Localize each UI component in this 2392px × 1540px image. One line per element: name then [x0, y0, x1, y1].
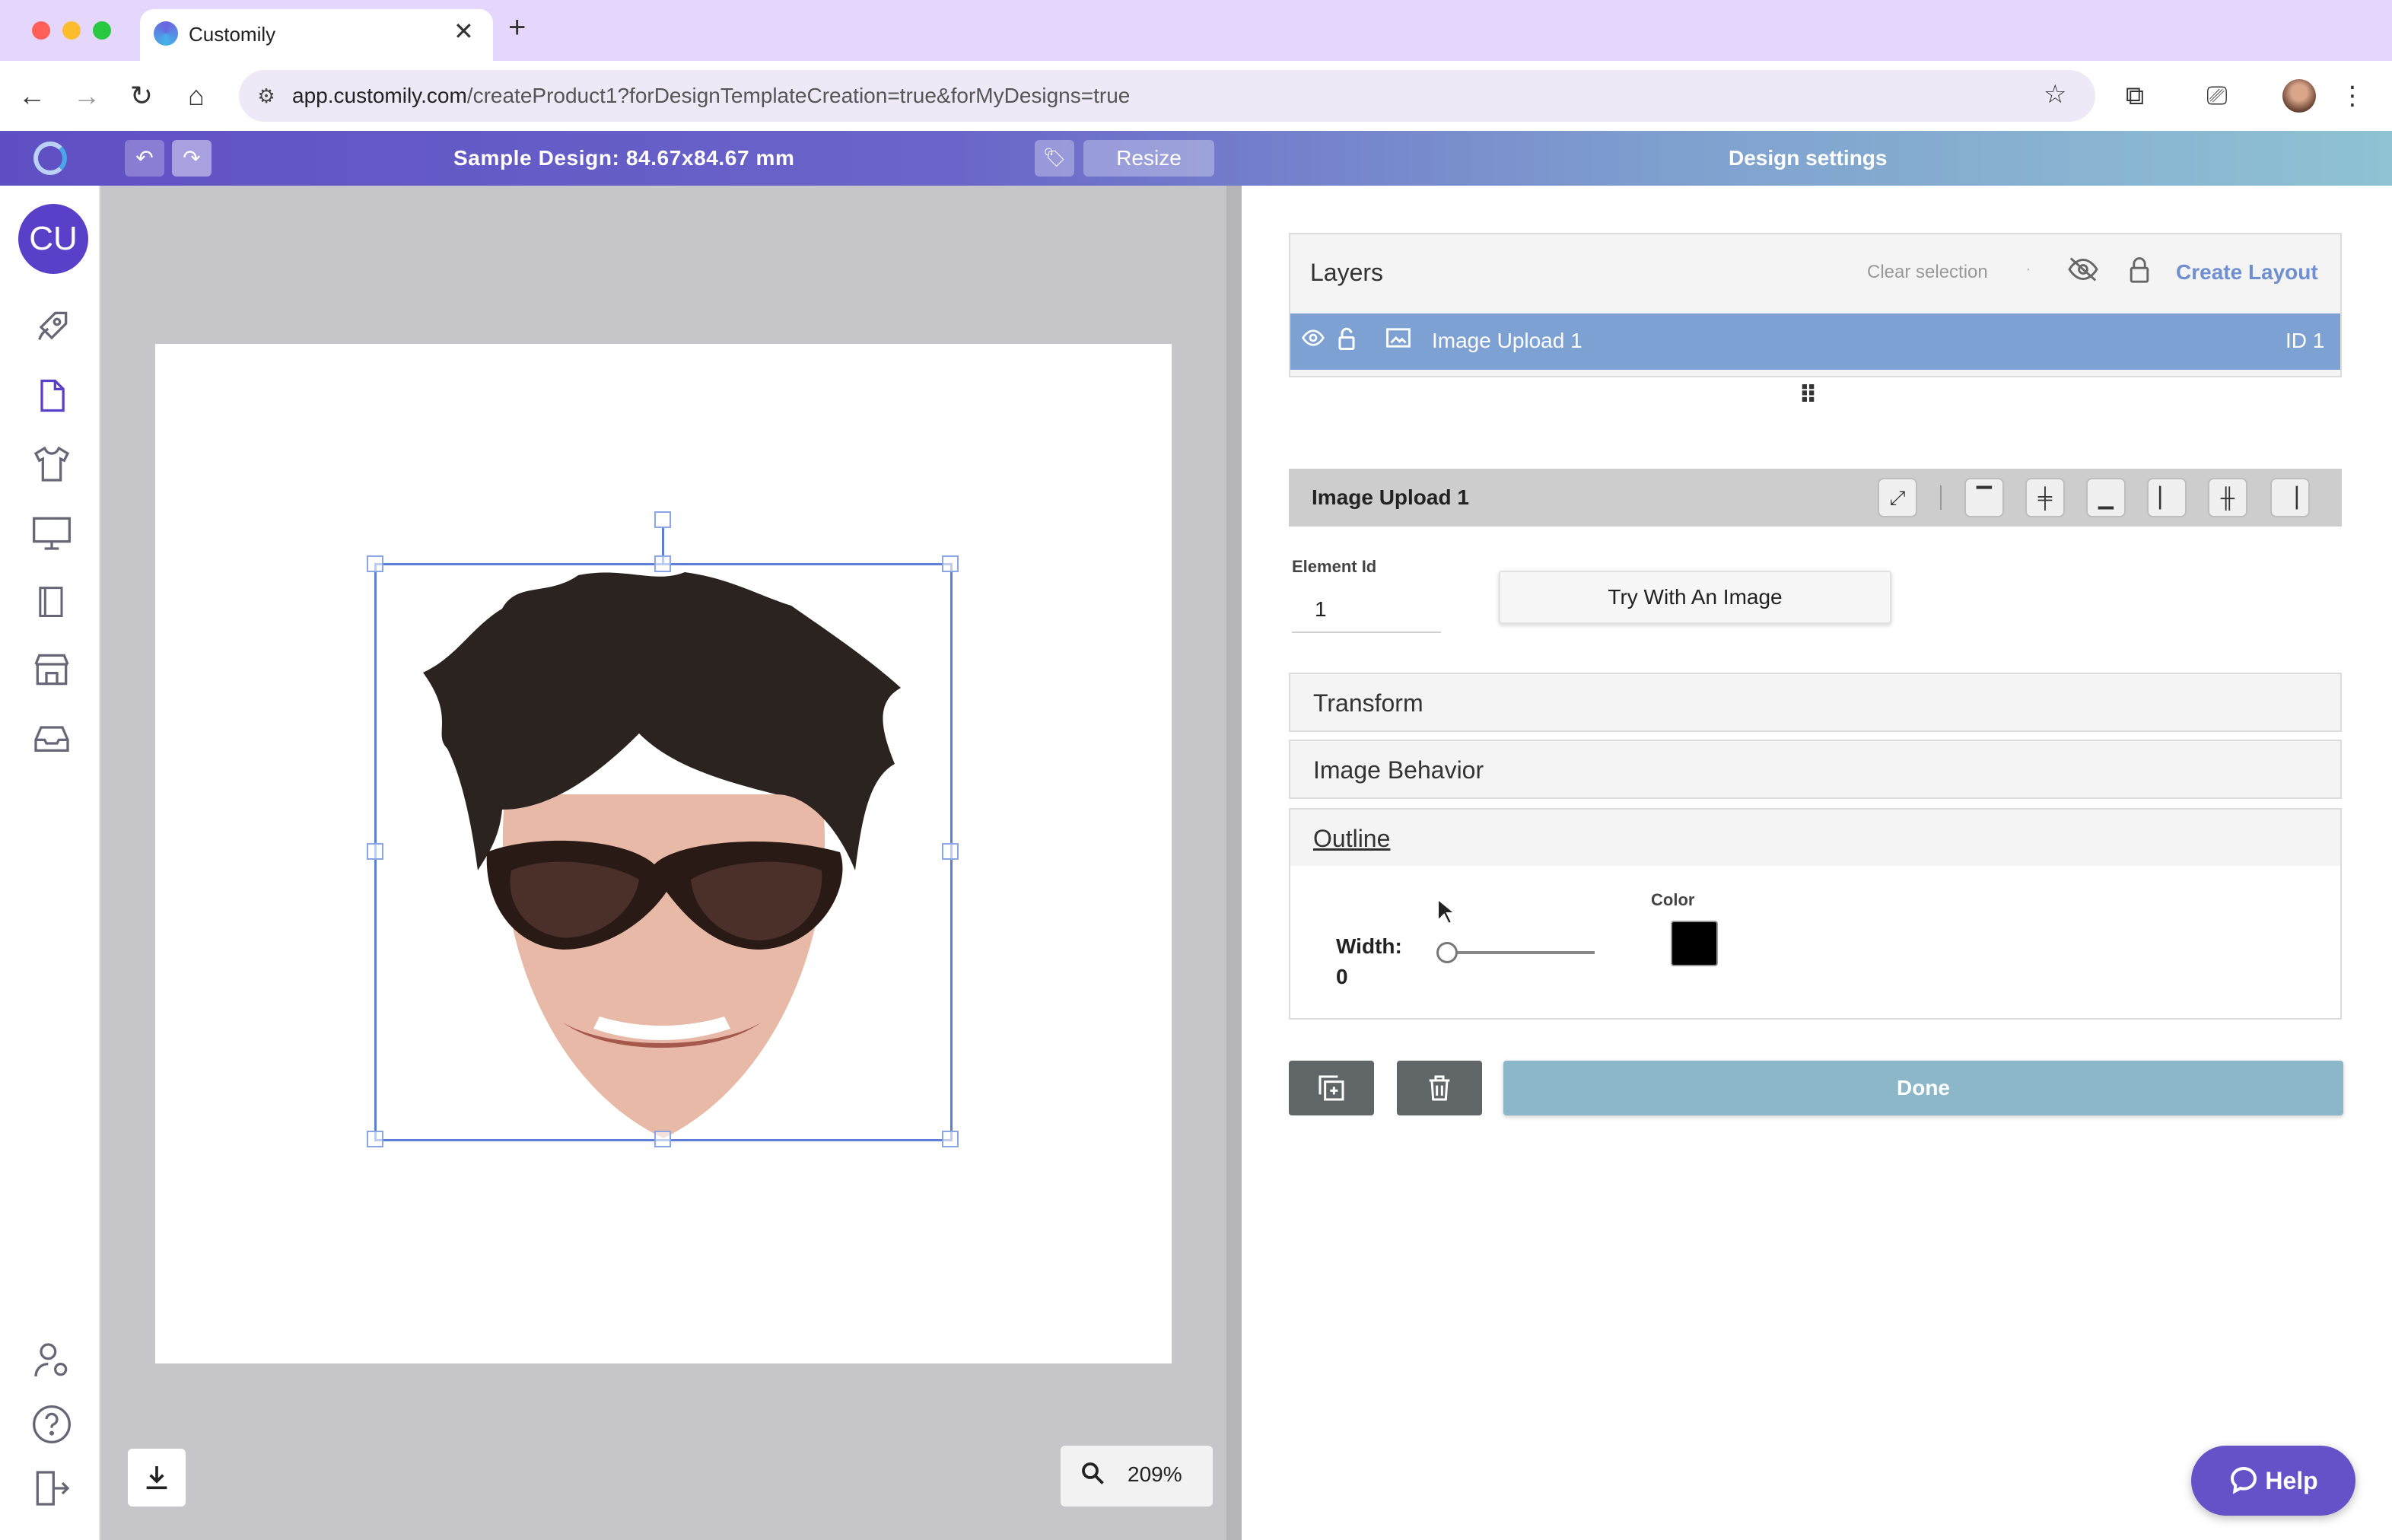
align-bottom-icon[interactable]: ▁: [2086, 478, 2126, 517]
resize-handle-bottom-left[interactable]: [367, 1131, 383, 1147]
tshirt-icon[interactable]: [29, 443, 75, 488]
monitor-icon[interactable]: [29, 511, 75, 557]
resize-handle-right[interactable]: [942, 843, 959, 860]
resize-handle-bottom-right[interactable]: [942, 1131, 959, 1147]
address-bar[interactable]: ⚙ app.customily.com/createProduct1?forDe…: [239, 70, 2095, 122]
more-menu-icon[interactable]: ⋮: [2333, 76, 2372, 116]
align-middle-icon[interactable]: ╪: [2025, 478, 2065, 517]
customily-favicon-icon: [154, 21, 178, 46]
layers-title: Layers: [1310, 259, 1384, 286]
resize-handle-left[interactable]: [367, 843, 383, 860]
close-tab-icon[interactable]: ✕: [453, 17, 474, 46]
undo-button[interactable]: ↶: [125, 140, 164, 177]
try-with-image-button[interactable]: Try With An Image: [1499, 571, 1891, 624]
selection-box[interactable]: [374, 563, 953, 1141]
drag-handle-icon[interactable]: ⠿: [1799, 380, 1818, 409]
profile-avatar[interactable]: [2282, 79, 2316, 113]
help-circle-icon[interactable]: [29, 1403, 75, 1449]
element-id-label: Element Id: [1292, 557, 1377, 576]
element-title: Image Upload 1: [1312, 485, 1469, 509]
resize-handle-bottom[interactable]: [654, 1131, 671, 1147]
eye-icon[interactable]: [1299, 327, 1327, 355]
redo-button[interactable]: ↷: [172, 140, 212, 177]
user-settings-icon[interactable]: [29, 1339, 75, 1385]
forward-arrow-icon[interactable]: →: [67, 76, 107, 116]
mouse-cursor-icon: [1436, 897, 1457, 931]
book-icon[interactable]: [29, 580, 75, 625]
hide-all-eye-icon[interactable]: [2065, 256, 2101, 289]
align-top-icon[interactable]: ▔: [1964, 478, 2004, 517]
back-arrow-icon[interactable]: ←: [12, 76, 52, 116]
help-label: Help: [2265, 1467, 2318, 1494]
app-header: ↶ ↷ Sample Design: 84.67x84.67 mm 🏷 Resi…: [0, 131, 2392, 186]
home-icon[interactable]: ⌂: [177, 76, 216, 116]
align-left-icon[interactable]: ▏: [2147, 478, 2187, 517]
width-label: Width:: [1336, 934, 1402, 958]
download-icon[interactable]: [128, 1449, 186, 1507]
user-avatar[interactable]: CU: [18, 204, 88, 274]
url-text: app.customily.com/createProduct1?forDesi…: [292, 84, 1131, 107]
design-title: Sample Design: 84.67x84.67 mm: [453, 146, 795, 170]
color-label: Color: [1651, 890, 1695, 909]
transform-label: Transform: [1313, 689, 1423, 717]
help-button[interactable]: Help: [2191, 1446, 2355, 1516]
extensions-icon[interactable]: ⧉: [2115, 76, 2155, 116]
tab-title: Customily: [189, 23, 276, 46]
zoom-control[interactable]: 209%: [1061, 1446, 1213, 1507]
outline-color-swatch[interactable]: [1671, 921, 1718, 966]
transform-section[interactable]: Transform: [1289, 673, 2342, 732]
resize-button[interactable]: Resize: [1083, 140, 1214, 177]
customily-logo-icon[interactable]: [33, 142, 67, 175]
media-search-icon[interactable]: ⎚: [2197, 76, 2237, 116]
rocket-icon[interactable]: [29, 306, 75, 352]
fit-to-canvas-icon[interactable]: ⤢: [1878, 478, 1917, 517]
unlock-icon[interactable]: [1333, 327, 1360, 355]
element-id-input[interactable]: [1292, 587, 1441, 633]
browser-tab[interactable]: Customily ✕: [140, 9, 493, 61]
close-window-button[interactable]: [32, 21, 50, 40]
duplicate-button[interactable]: [1289, 1061, 1374, 1115]
clear-selection-link[interactable]: Clear selection: [1867, 262, 1988, 283]
delete-button[interactable]: [1397, 1061, 1482, 1115]
inbox-icon[interactable]: [29, 717, 75, 762]
maximize-window-button[interactable]: [93, 21, 111, 40]
store-icon[interactable]: [29, 648, 75, 694]
zoom-level: 209%: [1128, 1462, 1182, 1486]
lock-icon[interactable]: [2121, 256, 2158, 289]
design-settings-title: Design settings: [1729, 146, 1888, 170]
browser-toolbar: ← → ↻ ⌂ ⚙ app.customily.com/createProduc…: [0, 61, 2392, 131]
tag-icon[interactable]: 🏷: [1035, 140, 1074, 177]
outline-section[interactable]: Outline: [1289, 808, 2342, 867]
done-button[interactable]: Done: [1503, 1061, 2343, 1115]
document-icon[interactable]: [29, 374, 75, 420]
resize-handle-top-right[interactable]: [942, 555, 959, 572]
width-value: 0: [1336, 965, 1348, 988]
align-center-icon[interactable]: ╫: [2208, 478, 2247, 517]
magnifier-icon[interactable]: [1079, 1459, 1106, 1493]
site-info-icon[interactable]: ⚙: [251, 81, 282, 111]
image-layer-icon: [1385, 327, 1412, 355]
align-right-icon[interactable]: ▕: [2270, 478, 2310, 517]
canvas-scrollbar[interactable]: [1226, 186, 1242, 1540]
resize-handle-top[interactable]: [654, 555, 671, 572]
width-slider-thumb[interactable]: [1436, 942, 1458, 963]
logout-icon[interactable]: [29, 1467, 75, 1513]
layer-name: Image Upload 1: [1432, 329, 1582, 352]
create-layout-link[interactable]: Create Layout: [2176, 260, 2318, 285]
width-slider-track[interactable]: [1446, 951, 1595, 954]
minimize-window-button[interactable]: [62, 21, 81, 40]
separator-dot: ·: [2025, 259, 2031, 279]
layer-id: ID 1: [2285, 329, 2325, 352]
image-behavior-section[interactable]: Image Behavior: [1289, 740, 2342, 799]
resize-handle-top-left[interactable]: [367, 555, 383, 572]
image-behavior-label: Image Behavior: [1313, 756, 1484, 784]
new-tab-button[interactable]: +: [508, 11, 526, 45]
reload-icon[interactable]: ↻: [122, 76, 161, 116]
align-separator: [1940, 485, 1942, 510]
bookmark-star-icon[interactable]: ☆: [2044, 79, 2066, 110]
outline-label: Outline: [1313, 825, 1391, 852]
rotate-handle[interactable]: [654, 511, 671, 528]
